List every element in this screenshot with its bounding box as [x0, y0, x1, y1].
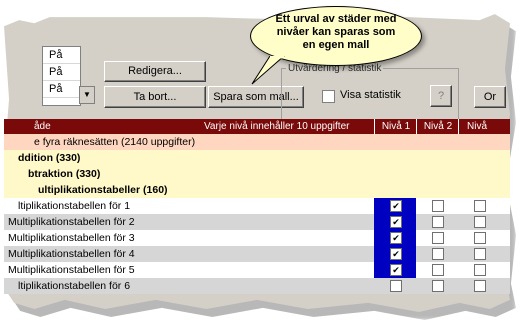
scroll-down-icon[interactable]: ▼: [79, 86, 95, 104]
level-checkbox[interactable]: ✔: [390, 264, 402, 276]
edit-button[interactable]: Redigera...: [104, 61, 206, 82]
level-3-cell: [458, 246, 500, 262]
header-info: Varje nivå innehåller 10 uppgifter: [204, 121, 350, 132]
status-list[interactable]: På På På: [42, 46, 81, 106]
level-checkbox[interactable]: [474, 232, 486, 244]
help-button[interactable]: ?: [430, 85, 452, 107]
level-3-cell: [458, 214, 500, 230]
level-1-cell: ✔: [374, 262, 416, 278]
level-3-cell: [458, 278, 500, 294]
table-row[interactable]: Multiplikationstabellen för 2 ✔: [4, 214, 510, 230]
level-checkbox[interactable]: [390, 280, 402, 292]
level-checkbox[interactable]: ✔: [390, 232, 402, 244]
category-row[interactable]: btraktion (330): [4, 166, 510, 182]
level-1-cell: [374, 278, 416, 294]
list-item[interactable]: På: [43, 47, 80, 64]
list-item[interactable]: På: [43, 81, 80, 98]
row-label: Multiplikationstabellen för 2: [8, 216, 135, 228]
level-checkbox[interactable]: [432, 232, 444, 244]
level-1-cell: ✔: [374, 230, 416, 246]
level-2-cell: [416, 246, 458, 262]
row-label: Multiplikationstabellen för 4: [8, 248, 135, 260]
row-label: Multiplikationstabellen för 3: [8, 232, 135, 244]
row-label: ltiplikationstabellen för 1: [18, 200, 131, 212]
level-checkbox[interactable]: ✔: [390, 216, 402, 228]
table-row[interactable]: Multiplikationstabellen för 5 ✔: [4, 262, 510, 278]
level-checkbox[interactable]: [474, 200, 486, 212]
level-checkbox[interactable]: [474, 216, 486, 228]
delete-button[interactable]: Ta bort...: [104, 86, 206, 108]
level-checkbox[interactable]: [432, 264, 444, 276]
row-label: ddition (330): [18, 152, 81, 164]
table-row[interactable]: ltiplikationstabellen för 6: [4, 278, 510, 294]
row-label: ltiplikationstabellen för 6: [18, 280, 131, 292]
row-label: Multiplikationstabellen för 5: [8, 264, 135, 276]
header-level-2[interactable]: Nivå 2: [416, 119, 459, 134]
show-stats-label: Visa statistik: [340, 89, 401, 101]
level-checkbox[interactable]: [474, 264, 486, 276]
level-checkbox[interactable]: [432, 216, 444, 228]
level-2-cell: [416, 214, 458, 230]
level-2-cell: [416, 278, 458, 294]
table-row[interactable]: Multiplikationstabellen för 4 ✔: [4, 246, 510, 262]
category-row[interactable]: e fyra räknesätten (2140 uppgifter): [4, 134, 510, 150]
callout-pointer-icon: [251, 56, 285, 85]
callout-text: Ett urval av städer med nivåer kan spara…: [275, 13, 397, 51]
level-checkbox[interactable]: [432, 248, 444, 260]
header-area: åde: [34, 121, 51, 132]
level-1-cell: ✔: [374, 246, 416, 262]
header-level-1[interactable]: Nivå 1: [374, 119, 417, 134]
show-stats-checkbox[interactable]: [322, 90, 335, 106]
row-label: ultiplikationstabeller (160): [38, 184, 168, 196]
level-checkbox[interactable]: [432, 200, 444, 212]
grid-header: åde Varje nivå innehåller 10 uppgifter N…: [4, 119, 510, 134]
header-level-3[interactable]: Nivå: [458, 119, 519, 134]
level-checkbox[interactable]: [474, 280, 486, 292]
right-button[interactable]: Or: [474, 86, 506, 108]
level-1-cell: ✔: [374, 198, 416, 214]
row-label: btraktion (330): [28, 168, 101, 180]
level-3-cell: [458, 230, 500, 246]
category-row[interactable]: ultiplikationstabeller (160): [4, 182, 510, 198]
checkbox-icon[interactable]: [322, 90, 335, 103]
level-2-cell: [416, 262, 458, 278]
row-label: e fyra räknesätten (2140 uppgifter): [34, 136, 196, 148]
level-1-cell: ✔: [374, 214, 416, 230]
table-row[interactable]: ltiplikationstabellen för 1 ✔: [4, 198, 510, 214]
level-2-cell: [416, 198, 458, 214]
level-checkbox[interactable]: ✔: [390, 200, 402, 212]
table-row[interactable]: Multiplikationstabellen för 3 ✔: [4, 230, 510, 246]
category-row[interactable]: ddition (330): [4, 150, 510, 166]
list-item[interactable]: På: [43, 64, 80, 81]
level-checkbox[interactable]: [432, 280, 444, 292]
level-3-cell: [458, 198, 500, 214]
level-3-cell: [458, 262, 500, 278]
level-checkbox[interactable]: [474, 248, 486, 260]
level-checkbox[interactable]: ✔: [390, 248, 402, 260]
level-2-cell: [416, 230, 458, 246]
